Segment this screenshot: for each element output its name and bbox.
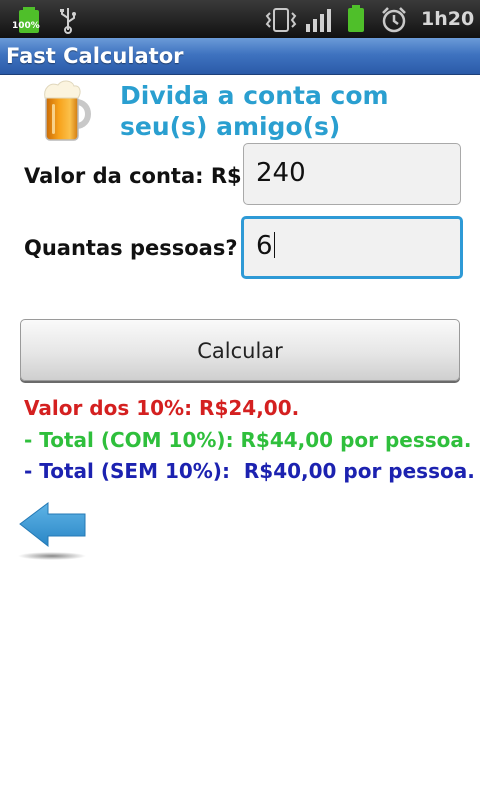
battery-icon	[348, 5, 364, 32]
text-cursor	[273, 232, 275, 258]
status-time: 1h20	[421, 8, 475, 30]
signal-icon	[306, 9, 331, 32]
battery-percent: 100%	[12, 21, 40, 31]
title-bar: Fast Calculator	[0, 38, 480, 75]
usb-icon	[60, 8, 76, 34]
total-without-tip-text: - Total (SEM 10%): R$40,00 por pessoa.	[24, 459, 475, 483]
alarm-icon	[382, 7, 406, 33]
tip-amount-text: Valor dos 10%: R$24,00.	[24, 396, 300, 420]
bill-value-input[interactable]: 240	[243, 143, 461, 205]
total-with-tip-text: - Total (COM 10%): R$44,00 por pessoa.	[24, 428, 472, 452]
bill-value-text: 240	[256, 158, 306, 188]
vibrate-icon	[265, 8, 297, 32]
beer-mug-icon	[44, 80, 91, 141]
bill-value-label: Valor da conta: R$	[24, 164, 242, 188]
calculate-button[interactable]: Calcular	[20, 319, 460, 381]
people-count-text: 6	[256, 231, 273, 261]
people-count-input[interactable]: 6	[241, 216, 463, 279]
page-heading: Divida a conta com seu(s) amigo(s)	[120, 81, 389, 141]
app-title: Fast Calculator	[6, 44, 184, 68]
status-bar: 100% 1h20	[0, 0, 480, 38]
back-arrow-icon[interactable]	[18, 500, 88, 562]
people-count-label: Quantas pessoas?	[24, 236, 238, 260]
